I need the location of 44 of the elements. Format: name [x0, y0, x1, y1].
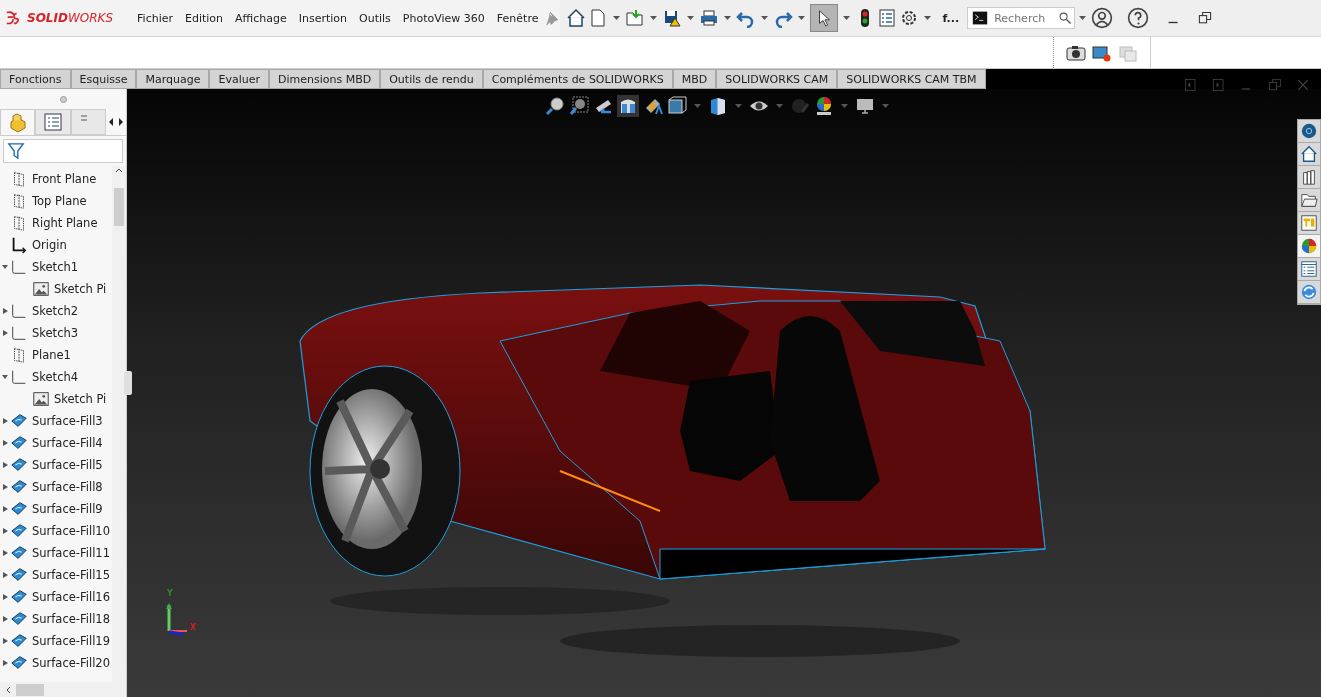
menu-item[interactable]: Fenêtre: [490, 11, 545, 25]
tree-item[interactable]: Surface-Fill10: [32, 524, 110, 538]
menu-item[interactable]: Affichage: [229, 11, 293, 25]
command-tab[interactable]: Compléments de SOLIDWORKS: [482, 69, 673, 89]
command-tab[interactable]: Fonctions: [0, 69, 71, 89]
menu-item[interactable]: Edition: [179, 11, 230, 25]
tree-item[interactable]: Sketch3: [32, 326, 79, 340]
x-axis-label: X: [190, 623, 197, 632]
command-tab[interactable]: Evaluer: [209, 69, 269, 89]
tree-item[interactable]: Sketch2: [32, 304, 79, 318]
tree-item[interactable]: Surface-Fill18: [32, 612, 110, 626]
tree-item[interactable]: Front Plane: [32, 172, 97, 186]
tree-item[interactable]: Surface-Fill4: [32, 436, 103, 450]
tree-item[interactable]: Surface-Fill16: [32, 590, 110, 604]
tree-item[interactable]: Surface-Fill9: [32, 502, 103, 516]
menu-item[interactable]: Fichier: [131, 11, 179, 25]
tree-item[interactable]: Top Plane: [32, 194, 87, 208]
command-tab[interactable]: SOLIDWORKS CAM TBM: [837, 69, 986, 89]
y-axis-label: Y: [167, 589, 173, 598]
tree-item[interactable]: Surface-Fill11: [32, 546, 110, 560]
command-tab[interactable]: SOLIDWORKS CAM: [716, 69, 838, 89]
command-tab[interactable]: Outils de rendu: [380, 69, 483, 89]
tree-item[interactable]: Surface-Fill15: [32, 568, 110, 582]
more-button[interactable]: f...: [942, 11, 960, 25]
tree-item[interactable]: Surface-Fill8: [32, 480, 103, 494]
menu-item[interactable]: PhotoView 360: [396, 11, 491, 25]
command-tab[interactable]: Marquage: [136, 69, 210, 89]
tree-item[interactable]: Origin: [32, 238, 67, 252]
tree-item[interactable]: Sketch Pi: [54, 282, 107, 296]
tree-item[interactable]: Right Plane: [32, 216, 98, 230]
tree-item[interactable]: Sketch1: [32, 260, 79, 274]
tree-item[interactable]: Surface-Fill20: [32, 656, 110, 670]
tree-item[interactable]: Surface-Fill19: [32, 634, 110, 648]
app-logo: SOLIDWORKS: [27, 11, 114, 25]
menu-item[interactable]: Outils: [353, 11, 397, 25]
command-tab[interactable]: Dimensions MBD: [268, 69, 381, 89]
tree-item[interactable]: Plane1: [32, 348, 71, 362]
command-tab[interactable]: MBD: [672, 69, 717, 89]
tree-item[interactable]: Sketch Pi: [54, 392, 107, 406]
command-tab[interactable]: Esquisse: [70, 69, 137, 89]
tree-item[interactable]: Surface-Fill5: [32, 458, 103, 472]
menu-item[interactable]: Insertion: [292, 11, 354, 25]
tree-item[interactable]: Sketch4: [32, 370, 79, 384]
tree-item[interactable]: Surface-Fill3: [32, 414, 103, 428]
